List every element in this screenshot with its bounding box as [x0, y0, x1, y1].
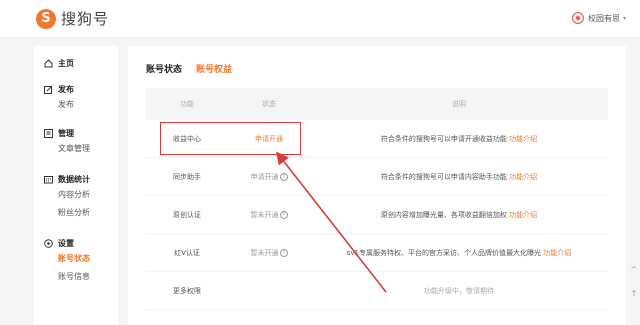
collapse-icon[interactable]: ^ [628, 262, 640, 276]
list-icon [44, 128, 53, 138]
feature-description: sv1专属服务特权、平台的官方采访、个人品牌价值最大化曝光 功能介绍 [346, 248, 572, 257]
logo[interactable]: S 搜狗号 [36, 8, 109, 29]
sidebar-item-stats-head[interactable]: 数据统计 [34, 172, 118, 186]
tab-account-rights[interactable]: 账号权益 [196, 62, 232, 75]
user-menu[interactable]: 校园有思 ▾ [571, 12, 626, 24]
feature-intro-link[interactable]: 功能介绍 [509, 211, 537, 219]
feature-description: 原创内容增加曝光量、各项收益翻倍加权 功能介绍 [380, 210, 538, 219]
sidebar-item-content-analysis[interactable]: 内容分析 [34, 186, 118, 204]
status-text: 暂未开通? [228, 248, 310, 258]
feature-description: 符合条件的搜狗号可以申请内容助手功能 功能介绍 [380, 172, 538, 181]
nav-group-settings: 设置 账号状态 账号信息 [34, 236, 118, 286]
sidebar-item-publish-head[interactable]: 发布 [34, 82, 118, 96]
annotation-highlight-box [160, 122, 301, 155]
sidebar-item-account-status[interactable]: 账号状态 [34, 250, 118, 268]
status-text: 暂未开通? [228, 210, 310, 220]
table-row: 红V认证 暂未开通? sv1专属服务特权、平台的官方采访、个人品牌价值最大化曝光… [146, 234, 608, 272]
table-row: 原创认证 暂未开通? 原创内容增加曝光量、各项收益翻倍加权 功能介绍 [146, 196, 608, 234]
sidebar-item-label: 发布 [58, 84, 74, 94]
tab-account-status[interactable]: 账号状态 [146, 62, 182, 75]
chevron-down-icon: ▾ [622, 14, 626, 22]
sidebar-item-label: 主页 [58, 58, 74, 68]
sidebar-item-account-info[interactable]: 账号信息 [34, 268, 118, 286]
feature-intro-link[interactable]: 功能介绍 [543, 249, 571, 257]
help-icon[interactable]: ? [279, 210, 288, 219]
table-row: 更多权限 功能升级中，敬请期待 [146, 272, 608, 310]
column-header-status: 状态 [262, 100, 276, 108]
nav-group-publish: 发布 发布 [34, 82, 118, 114]
user-name: 校园有思 [587, 13, 620, 23]
sidebar: 主页 发布 发布 管理 文章管理 数据统计 内容分析 粉丝分析 设置 账号状态 … [34, 46, 118, 325]
table-header: 功能 状态 说明 [146, 88, 608, 120]
sidebar-item-publish[interactable]: 发布 [34, 96, 118, 114]
main-panel: 账号状态 账号权益 功能 状态 说明 收益中心 申请开通 符合条件的搜狗号可以申… [128, 46, 626, 325]
top-bar: S 搜狗号 校园有思 ▾ [0, 0, 640, 38]
apply-button[interactable]: 申请开通? [228, 172, 310, 182]
nav-group-home: 主页 [34, 56, 118, 70]
column-header-description: 说明 [452, 100, 466, 108]
nav-group-manage: 管理 文章管理 [34, 126, 118, 158]
edit-icon [44, 85, 53, 94]
table-row: 同步助手 申请开通? 符合条件的搜狗号可以申请内容助手功能 功能介绍 [146, 158, 608, 196]
tab-bar: 账号状态 账号权益 [146, 62, 246, 75]
feature-name: 红V认证 [174, 248, 200, 257]
nav-group-stats: 数据统计 内容分析 粉丝分析 [34, 172, 118, 222]
feature-intro-link[interactable]: 功能介绍 [509, 173, 537, 181]
logo-text: 搜狗号 [61, 10, 110, 28]
feature-name: 更多权限 [173, 286, 201, 295]
avatar-icon [571, 12, 584, 24]
sidebar-item-label: 管理 [58, 128, 74, 138]
feature-intro-link[interactable]: 功能介绍 [509, 135, 537, 143]
help-icon[interactable]: ? [279, 248, 288, 257]
back-to-top-icon[interactable]: ↑ [628, 286, 640, 300]
sidebar-item-article-manage[interactable]: 文章管理 [34, 140, 118, 158]
sidebar-item-settings-head[interactable]: 设置 [34, 236, 118, 250]
sidebar-item-label: 设置 [58, 238, 74, 248]
home-icon [44, 58, 53, 68]
feature-description: 功能升级中，敬请期待 [424, 286, 494, 295]
chart-icon [44, 175, 53, 184]
sidebar-item-fan-analysis[interactable]: 粉丝分析 [34, 204, 118, 222]
sidebar-item-home[interactable]: 主页 [34, 56, 118, 70]
feature-description: 符合条件的搜狗号可以申请开通收益功能 功能介绍 [380, 134, 538, 143]
side-tools: ^ ↑ [628, 262, 640, 312]
logo-icon: S [36, 8, 56, 29]
feature-name: 同步助手 [173, 172, 201, 181]
sidebar-item-manage-head[interactable]: 管理 [34, 126, 118, 140]
column-header-feature: 功能 [180, 100, 194, 108]
settings-icon [44, 238, 53, 248]
feature-name: 原创认证 [173, 210, 201, 219]
sidebar-item-label: 数据统计 [58, 174, 90, 184]
help-icon[interactable]: ? [279, 172, 288, 181]
